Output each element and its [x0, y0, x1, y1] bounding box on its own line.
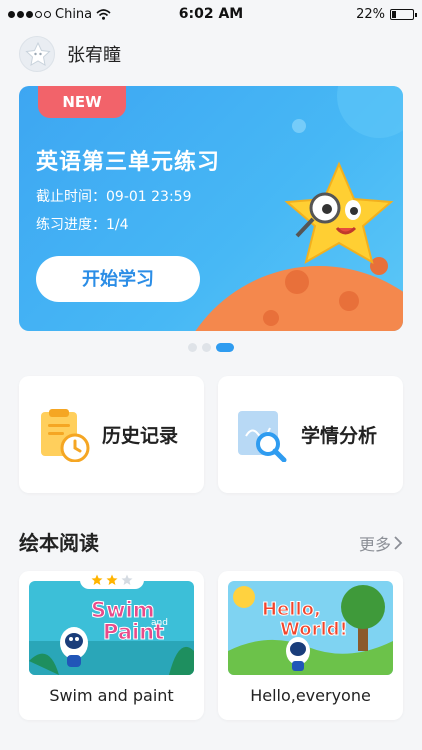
carousel-dot-active[interactable]: [216, 343, 234, 352]
cover-title-hello: Hello,: [262, 599, 321, 620]
cover-title-paint: Paint: [103, 620, 164, 644]
magnifier-chart-icon: [238, 411, 287, 462]
status-bar: China 6:02 AM 22%: [0, 0, 422, 30]
chevron-right-icon: [394, 536, 403, 550]
history-card[interactable]: 历史记录: [19, 376, 204, 493]
start-learning-button[interactable]: 开始学习: [36, 256, 200, 302]
book-card[interactable]: Hello, World! Hello,everyone: [218, 571, 403, 720]
deadline-text: 截止时间：09-01 23:59: [36, 189, 192, 205]
book-cover-hello[interactable]: Hello, World!: [228, 581, 393, 675]
underwater-cover-image: Swim and Paint: [29, 581, 194, 675]
picture-books-title: 绘本阅读: [19, 531, 99, 555]
analysis-label: 学情分析: [301, 425, 378, 447]
history-label: 历史记录: [102, 425, 179, 447]
star-filled-icon: [91, 574, 103, 585]
book-title: Swim and paint: [49, 686, 174, 705]
assignment-banner[interactable]: NEW 英语第三单元练习 截止时间：09-01 23:59 练习进度：1/4 开…: [19, 86, 403, 331]
battery-status: 22%: [356, 7, 417, 22]
meadow-cover-image: Hello, World!: [228, 581, 393, 675]
cover-title-world: World!: [280, 619, 348, 640]
carousel-dot[interactable]: [202, 343, 211, 352]
star-empty-icon: [121, 574, 133, 585]
avatar[interactable]: [19, 36, 55, 72]
more-link[interactable]: 更多: [359, 531, 403, 555]
banner-title: 英语第三单元练习: [36, 150, 221, 175]
book-title: Hello,everyone: [250, 686, 371, 705]
clipboard-clock-icon: [41, 409, 90, 462]
battery-percent: 22%: [356, 7, 385, 22]
cover-title-swim: Swim: [91, 598, 155, 622]
book-card[interactable]: Swim and Paint Swim and paint: [19, 571, 204, 720]
star-avatar-icon: [25, 41, 51, 66]
progress-text: 练习进度：1/4: [36, 217, 129, 233]
star-filled-icon: [106, 574, 118, 585]
user-name: 张宥瞳: [67, 45, 121, 66]
analysis-card[interactable]: 学情分析: [218, 376, 403, 493]
carousel-dot[interactable]: [188, 343, 197, 352]
new-badge: NEW: [38, 86, 126, 118]
book-cover-swim[interactable]: Swim and Paint: [29, 581, 194, 675]
more-label: 更多: [358, 535, 391, 554]
star-rating: [80, 571, 144, 589]
carousel-indicator: [0, 343, 422, 352]
battery-icon: [390, 9, 417, 20]
user-header[interactable]: 张宥瞳: [19, 36, 121, 72]
